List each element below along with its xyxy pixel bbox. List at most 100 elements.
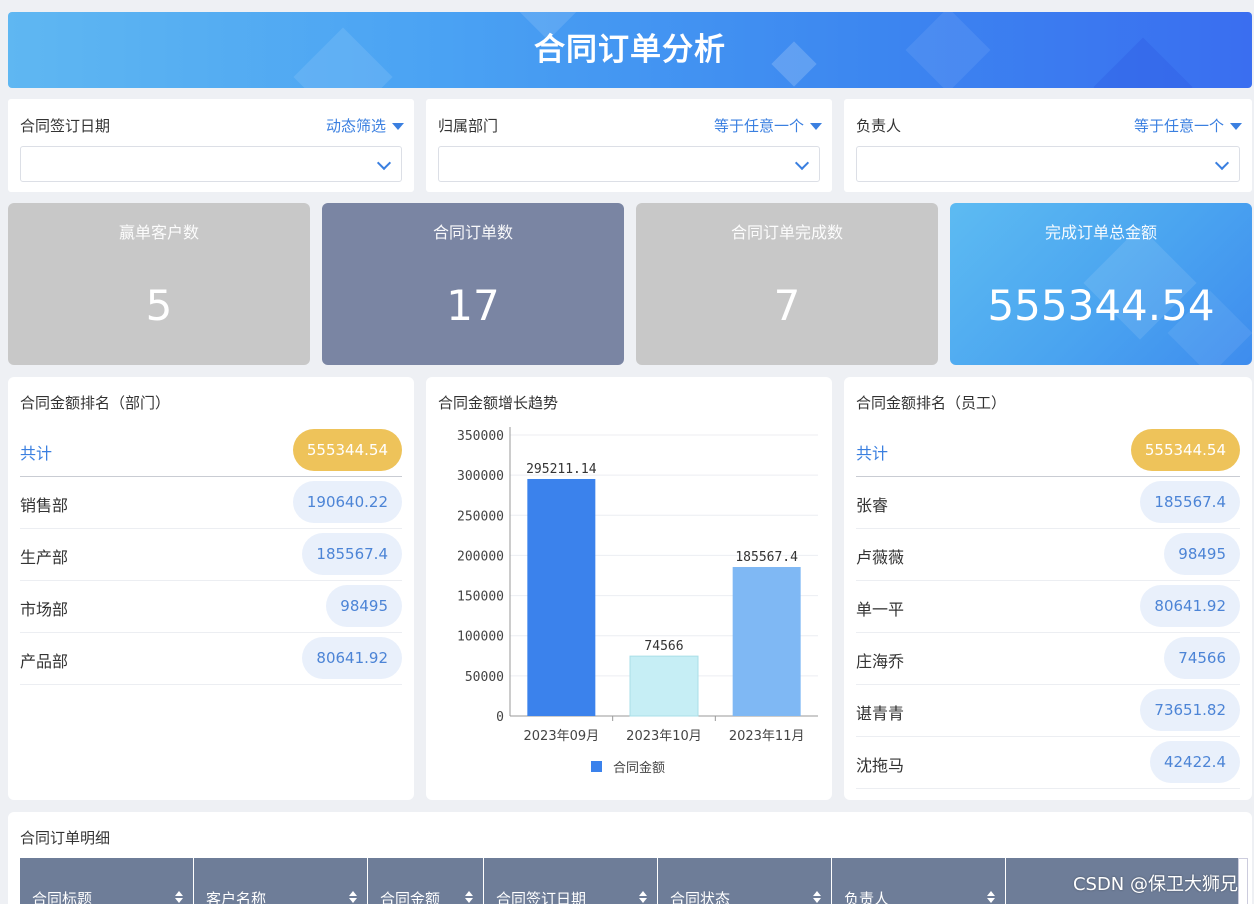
detail-table-panel: 合同订单明细 合同标题 客户名称 合同金额 合同签订日期 合同状态 负责人 (8, 812, 1252, 904)
ranking-value: 80641.92 (1140, 585, 1240, 627)
sort-icon[interactable] (987, 891, 995, 904)
ranking-name: 销售部 (20, 496, 69, 515)
filter-mode-dropdown[interactable]: 等于任意一个 (1134, 115, 1242, 136)
chevron-down-icon (1214, 155, 1230, 171)
ranking-name: 市场部 (20, 600, 69, 619)
y-tick-label: 350000 (457, 429, 504, 444)
ranking-value: 80641.92 (302, 637, 402, 679)
column-header-customer[interactable]: 客户名称 (194, 858, 368, 904)
ranking-value: 185567.4 (1140, 481, 1240, 523)
panel-title: 合同订单明细 (20, 829, 111, 847)
staff-ranking-panel: 合同金额排名（员工） 共计 555344.54 张睿 185567.4 卢薇薇 … (844, 377, 1252, 800)
growth-chart-panel: 合同金额增长趋势 0 50000 100000 150000 200000 250000 3… (426, 377, 832, 800)
kpi-label: 合同订单完成数 (730, 223, 843, 242)
dept-ranking-panel: 合同金额排名（部门） 共计 555344.54 销售部 190640.22 生产… (8, 377, 414, 800)
ranking-row[interactable]: 沈拖马 42422.4 (856, 737, 1240, 789)
caret-down-icon (810, 123, 822, 130)
sort-icon[interactable] (639, 891, 647, 904)
kpi-label: 完成订单总金额 (1044, 223, 1157, 242)
ranking-value: 42422.4 (1149, 741, 1240, 783)
column-header-label: 客户名称 (206, 890, 267, 904)
chevron-down-icon (794, 155, 810, 171)
panel-title: 合同金额排名（部门） (20, 394, 171, 412)
ranking-value: 74566 (1164, 637, 1240, 679)
ranking-row[interactable]: 销售部 190640.22 (20, 477, 402, 529)
table-scrollbar[interactable] (1238, 858, 1248, 904)
ranking-total-row: 共计 555344.54 (20, 425, 402, 477)
column-header-label: 合同签订日期 (496, 890, 587, 904)
column-header-label: 合同金额 (380, 890, 441, 904)
caret-down-icon (392, 123, 404, 130)
ranking-name: 卢薇薇 (856, 548, 905, 567)
contract-date-select[interactable] (20, 146, 402, 182)
legend-swatch (591, 761, 602, 772)
ranking-row[interactable]: 产品部 80641.92 (20, 633, 402, 685)
header-banner: 合同订单分析 (8, 12, 1252, 88)
ranking-row[interactable]: 张睿 185567.4 (856, 477, 1240, 529)
ranking-name: 庄海乔 (856, 652, 905, 671)
caret-down-icon (1230, 123, 1242, 130)
chevron-down-icon (376, 155, 392, 171)
ranking-total-value: 555344.54 (292, 429, 402, 471)
page-title: 合同订单分析 (534, 32, 726, 68)
data-label: 295211.14 (526, 462, 597, 477)
ranking-value: 98495 (1164, 533, 1240, 575)
ranking-name: 单一平 (856, 600, 905, 619)
department-select[interactable] (438, 146, 820, 182)
ranking-total-label: 共计 (856, 444, 889, 463)
sort-icon[interactable] (175, 891, 183, 904)
x-tick-label: 2023年11月 (729, 729, 805, 744)
column-header-title[interactable]: 合同标题 (20, 858, 194, 904)
filter-department: 归属部门 等于任意一个 (426, 99, 832, 192)
kpi-value: 5 (145, 281, 173, 330)
ranking-name: 谌青青 (856, 704, 905, 723)
legend-label: 合同金额 (613, 760, 665, 776)
column-header-status[interactable]: 合同状态 (658, 858, 832, 904)
owner-select[interactable] (856, 146, 1240, 182)
y-tick-label: 300000 (457, 469, 504, 484)
sort-icon[interactable] (349, 891, 357, 904)
y-tick-label: 250000 (457, 509, 504, 524)
kpi-value: 555344.54 (987, 281, 1215, 330)
ranking-total-label: 共计 (20, 444, 53, 463)
x-tick-label: 2023年09月 (524, 729, 600, 744)
kpi-total-amount: 完成订单总金额 555344.54 (950, 203, 1252, 365)
filter-mode-dropdown[interactable]: 动态筛选 (326, 115, 404, 136)
ranking-row[interactable]: 生产部 185567.4 (20, 529, 402, 581)
ranking-row[interactable]: 单一平 80641.92 (856, 581, 1240, 633)
sort-icon[interactable] (465, 891, 473, 904)
ranking-row[interactable]: 卢薇薇 98495 (856, 529, 1240, 581)
data-label: 74566 (644, 639, 683, 654)
watermark: CSDN @保卫大狮兄 (1072, 874, 1238, 895)
filter-owner: 负责人 等于任意一个 (844, 99, 1252, 192)
ranking-name: 沈拖马 (856, 756, 905, 775)
filter-mode-label: 等于任意一个 (713, 117, 804, 135)
filter-label: 合同签订日期 (20, 117, 111, 135)
ranking-name: 张睿 (856, 496, 889, 515)
ranking-value: 190640.22 (292, 481, 402, 523)
filter-mode-dropdown[interactable]: 等于任意一个 (714, 115, 822, 136)
ranking-value: 73651.82 (1140, 689, 1240, 731)
column-header-label: 负责人 (844, 890, 890, 904)
ranking-row[interactable]: 市场部 98495 (20, 581, 402, 633)
column-header-amount[interactable]: 合同金额 (368, 858, 484, 904)
ranking-total-row: 共计 555344.54 (856, 425, 1240, 477)
y-tick-label: 100000 (457, 630, 504, 645)
bar (527, 478, 596, 716)
table-header: 合同标题 客户名称 合同金额 合同签订日期 合同状态 负责人 (20, 858, 1238, 904)
column-header-owner[interactable]: 负责人 (832, 858, 1006, 904)
y-tick-label: 50000 (465, 670, 504, 685)
bar (732, 567, 801, 716)
sort-icon[interactable] (813, 891, 821, 904)
kpi-label: 合同订单数 (432, 223, 513, 242)
ranking-row[interactable]: 庄海乔 74566 (856, 633, 1240, 685)
column-header-sign-date[interactable]: 合同签订日期 (484, 858, 658, 904)
filter-label: 负责人 (856, 117, 902, 135)
filter-contract-date: 合同签订日期 动态筛选 (8, 99, 414, 192)
kpi-contract-orders: 合同订单数 17 (322, 203, 624, 365)
y-tick-label: 200000 (457, 549, 504, 564)
kpi-completed-orders: 合同订单完成数 7 (636, 203, 938, 365)
ranking-name: 产品部 (20, 652, 69, 671)
ranking-row[interactable]: 谌青青 73651.82 (856, 685, 1240, 737)
filter-mode-label: 等于任意一个 (1133, 117, 1224, 135)
